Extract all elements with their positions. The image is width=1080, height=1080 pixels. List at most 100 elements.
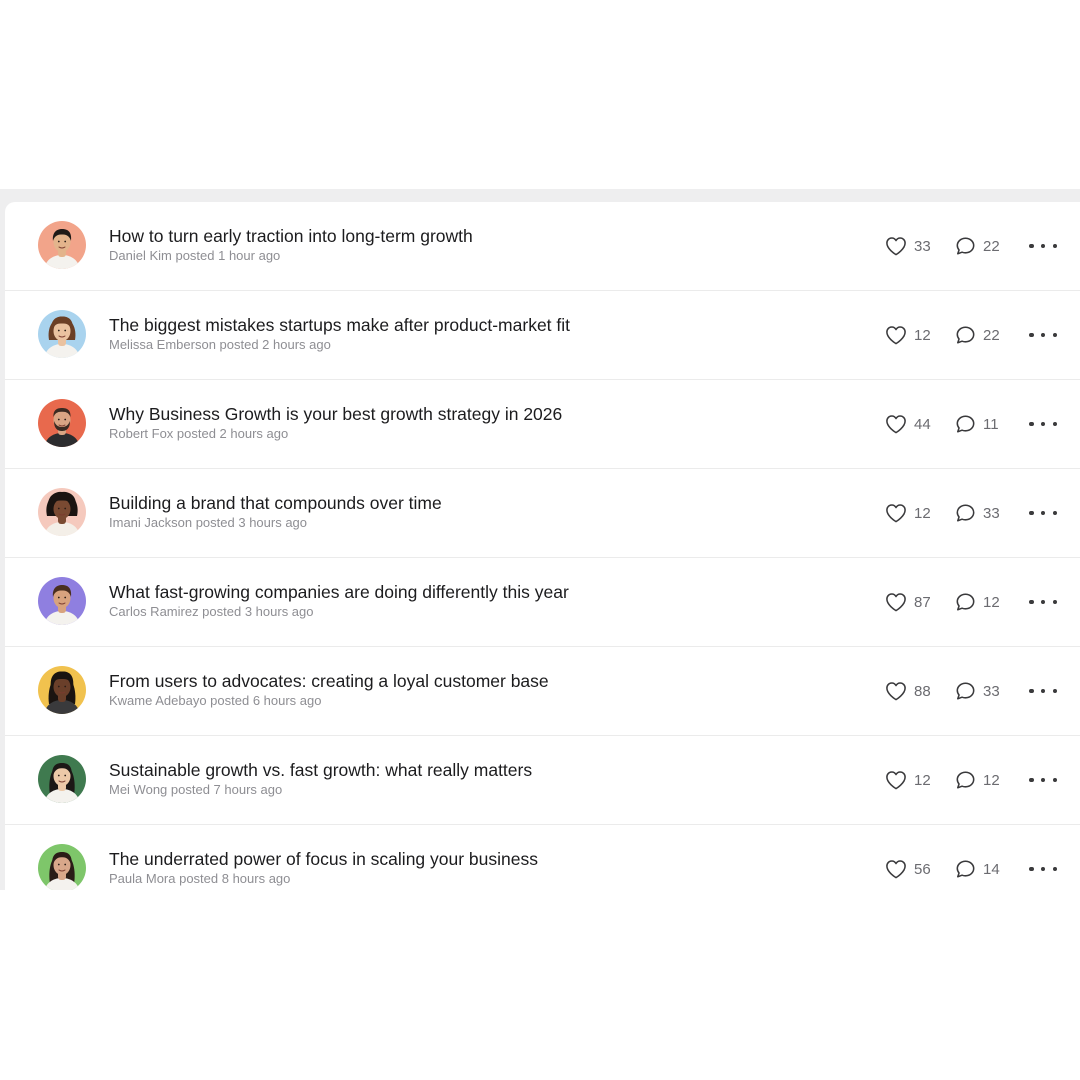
more-options-icon: [1029, 243, 1034, 249]
post-text: Why Business Growth is your best growth …: [109, 403, 829, 443]
like-button[interactable]: 87: [885, 592, 955, 612]
comment-button[interactable]: 12: [955, 592, 1025, 612]
more-options-icon: [1052, 688, 1057, 694]
post-title[interactable]: How to turn early traction into long-ter…: [109, 225, 829, 247]
more-options-button[interactable]: [1029, 413, 1057, 435]
post-row[interactable]: Building a brand that compounds over tim…: [5, 469, 1080, 558]
more-options-button[interactable]: [1029, 858, 1057, 880]
avatar[interactable]: [38, 221, 86, 269]
avatar[interactable]: [38, 577, 86, 625]
post-meta: Kwame Adebayo posted 6 hours ago: [109, 693, 322, 708]
heart-icon: [886, 682, 906, 701]
post-stats: 12 33: [885, 501, 1025, 525]
avatar[interactable]: [38, 488, 86, 536]
more-options-button[interactable]: [1029, 769, 1057, 791]
post-row[interactable]: How to turn early traction into long-ter…: [5, 202, 1080, 291]
post-text: The biggest mistakes startups make after…: [109, 314, 829, 354]
comment-button[interactable]: 12: [955, 770, 1025, 790]
comment-count: 22: [983, 326, 1000, 344]
comment-button[interactable]: 14: [955, 859, 1025, 879]
post-row[interactable]: Why Business Growth is your best growth …: [5, 380, 1080, 469]
heart-icon: [886, 237, 906, 256]
page: How to turn early traction into long-ter…: [0, 0, 1080, 1080]
post-meta: Mei Wong posted 7 hours ago: [109, 782, 283, 797]
more-options-icon: [1029, 599, 1034, 605]
more-options-icon: [1052, 332, 1057, 338]
post-row[interactable]: The underrated power of focus in scaling…: [5, 825, 1080, 890]
avatar[interactable]: [38, 310, 86, 358]
post-title[interactable]: The biggest mistakes startups make after…: [109, 314, 829, 336]
comment-icon: [956, 415, 975, 433]
like-button[interactable]: 44: [885, 414, 955, 434]
post-row[interactable]: From users to advocates: creating a loya…: [5, 647, 1080, 736]
avatar[interactable]: [38, 666, 86, 714]
more-options-icon: [1052, 243, 1057, 249]
post-meta: Melissa Emberson posted 2 hours ago: [109, 337, 331, 352]
post-text: Sustainable growth vs. fast growth: what…: [109, 759, 829, 799]
like-button[interactable]: 88: [885, 681, 955, 701]
more-options-icon: [1029, 688, 1034, 694]
more-options-icon: [1040, 332, 1046, 338]
post-text: How to turn early traction into long-ter…: [109, 225, 829, 265]
post-row[interactable]: Sustainable growth vs. fast growth: what…: [5, 736, 1080, 825]
more-options-icon: [1052, 510, 1057, 516]
avatar-image: [38, 399, 86, 447]
comment-button[interactable]: 33: [955, 681, 1025, 701]
more-options-button[interactable]: [1029, 680, 1057, 702]
more-options-button[interactable]: [1029, 591, 1057, 613]
comment-button[interactable]: 22: [955, 325, 1025, 345]
more-options-icon: [1029, 332, 1034, 338]
post-title[interactable]: Sustainable growth vs. fast growth: what…: [109, 759, 829, 781]
like-button[interactable]: 12: [885, 325, 955, 345]
like-button[interactable]: 33: [885, 236, 955, 256]
comment-button[interactable]: 33: [955, 503, 1025, 523]
comment-button[interactable]: 11: [955, 414, 1025, 434]
post-title[interactable]: From users to advocates: creating a loya…: [109, 670, 829, 692]
more-options-icon: [1040, 866, 1046, 872]
post-row[interactable]: The biggest mistakes startups make after…: [5, 291, 1080, 380]
post-row[interactable]: What fast-growing companies are doing di…: [5, 558, 1080, 647]
more-options-icon: [1040, 510, 1046, 516]
post-list: How to turn early traction into long-ter…: [5, 202, 1080, 890]
feed-area: How to turn early traction into long-ter…: [0, 189, 1080, 890]
like-count: 56: [914, 860, 931, 878]
post-meta: Carlos Ramirez posted 3 hours ago: [109, 604, 314, 619]
avatar[interactable]: [38, 399, 86, 447]
heart-icon: [886, 593, 906, 612]
post-title[interactable]: Why Business Growth is your best growth …: [109, 403, 829, 425]
avatar[interactable]: [38, 755, 86, 803]
comment-count: 33: [983, 682, 1000, 700]
more-options-icon: [1029, 510, 1034, 516]
post-title[interactable]: What fast-growing companies are doing di…: [109, 581, 829, 603]
more-options-icon: [1040, 421, 1046, 427]
comment-icon: [956, 682, 975, 700]
more-options-icon: [1052, 421, 1057, 427]
like-button[interactable]: 56: [885, 859, 955, 879]
like-count: 12: [914, 504, 931, 522]
like-button[interactable]: 12: [885, 503, 955, 523]
more-options-icon: [1029, 777, 1034, 783]
comment-count: 33: [983, 504, 1000, 522]
more-options-icon: [1052, 599, 1057, 605]
like-count: 44: [914, 415, 931, 433]
post-feed: How to turn early traction into long-ter…: [5, 202, 1080, 890]
post-stats: 12 12: [885, 768, 1025, 792]
comment-icon: [956, 326, 975, 344]
like-count: 33: [914, 237, 931, 255]
post-stats: 88 33: [885, 679, 1025, 703]
comment-count: 11: [983, 415, 999, 433]
more-options-button[interactable]: [1029, 502, 1057, 524]
post-text: Building a brand that compounds over tim…: [109, 492, 829, 532]
heart-icon: [886, 415, 906, 434]
more-options-icon: [1040, 243, 1046, 249]
post-title[interactable]: The underrated power of focus in scaling…: [109, 848, 829, 870]
like-button[interactable]: 12: [885, 770, 955, 790]
comment-button[interactable]: 22: [955, 236, 1025, 256]
avatar[interactable]: [38, 844, 86, 890]
more-options-button[interactable]: [1029, 324, 1057, 346]
comment-count: 22: [983, 237, 1000, 255]
more-options-icon: [1052, 866, 1057, 872]
more-options-button[interactable]: [1029, 235, 1057, 257]
post-meta: Paula Mora posted 8 hours ago: [109, 871, 291, 886]
post-title[interactable]: Building a brand that compounds over tim…: [109, 492, 829, 514]
